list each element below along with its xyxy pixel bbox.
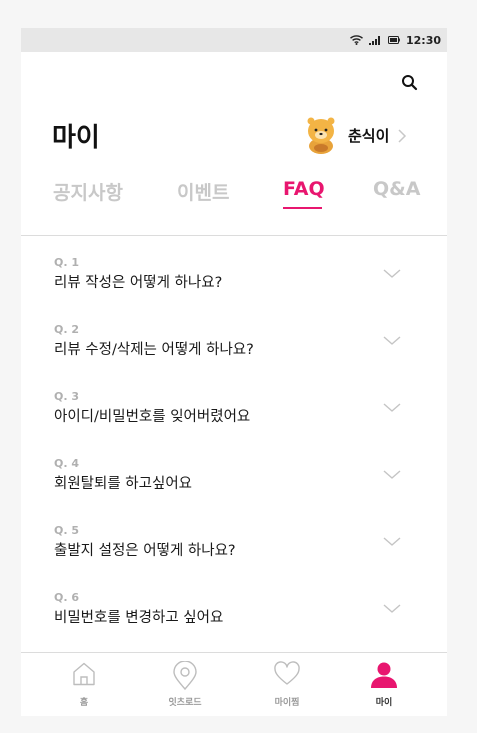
tab-event[interactable]: 이벤트	[177, 178, 229, 205]
chevron-down-icon[interactable]	[383, 331, 401, 345]
tab-qna[interactable]: Q&A	[373, 178, 420, 200]
faq-question: 리뷰 작성은 어떻게 하나요?	[54, 275, 223, 291]
faq-item[interactable]: Q. 3 아이디/비밀번호를 잊어버렸어요	[21, 370, 447, 437]
faq-question: 회원탈퇴를 하고싶어요	[54, 476, 193, 492]
nav-label: 홈	[79, 698, 89, 708]
profile-name: 춘식이	[348, 126, 390, 145]
tab-notice[interactable]: 공지사항	[53, 178, 123, 205]
chevron-down-icon[interactable]	[383, 599, 401, 613]
page-title: 마이	[52, 123, 100, 153]
battery-icon	[387, 36, 400, 44]
nav-label: 마이	[375, 698, 393, 708]
signal-icon	[368, 35, 382, 45]
tab-bar: 공지사항 이벤트 FAQ Q&A	[21, 178, 447, 214]
nav-label: 마이찜	[274, 698, 300, 708]
character-avatar-icon	[303, 115, 339, 155]
search-button[interactable]	[401, 74, 419, 92]
faq-number: Q. 1	[54, 256, 80, 269]
status-bar: 12:30	[21, 28, 447, 52]
nav-home[interactable]: 홈	[34, 653, 134, 716]
faq-item[interactable]: Q. 2 리뷰 수정/삭제는 어떻게 하나요?	[21, 303, 447, 370]
nav-my[interactable]: 마이	[334, 653, 434, 716]
nav-label: 잇츠로드	[168, 698, 202, 708]
faq-item[interactable]: Q. 6 비밀번호를 변경하고 싶어요	[21, 571, 447, 638]
wifi-icon	[350, 35, 363, 45]
chevron-down-icon[interactable]	[383, 398, 401, 412]
status-time: 12:30	[405, 33, 441, 47]
chevron-down-icon[interactable]	[383, 264, 401, 278]
profile-link[interactable]: 춘식이	[303, 115, 407, 155]
search-icon	[401, 75, 419, 96]
faq-list: Q. 1 리뷰 작성은 어떻게 하나요? Q. 2 리뷰 수정/삭제는 어떻게 …	[21, 236, 447, 638]
faq-item[interactable]: Q. 5 출발지 설정은 어떻게 하나요?	[21, 504, 447, 571]
active-tab-underline	[283, 207, 322, 209]
faq-number: Q. 3	[54, 390, 80, 403]
chevron-down-icon[interactable]	[383, 532, 401, 546]
faq-number: Q. 4	[54, 457, 80, 470]
faq-question: 비밀번호를 변경하고 싶어요	[54, 610, 224, 626]
faq-number: Q. 2	[54, 323, 80, 336]
tab-faq[interactable]: FAQ	[283, 178, 325, 200]
faq-question: 출발지 설정은 어떻게 하나요?	[54, 543, 236, 559]
phone-screen: 12:30 마이 춘식이 공지사항 이벤트 FAQ Q&A Q. 1 리뷰 작성…	[21, 28, 447, 716]
faq-question: 리뷰 수정/삭제는 어떻게 하나요?	[54, 342, 254, 358]
faq-number: Q. 5	[54, 524, 80, 537]
nav-favorites[interactable]: 마이찜	[237, 653, 337, 716]
faq-question: 아이디/비밀번호를 잊어버렸어요	[54, 409, 251, 425]
faq-item[interactable]: Q. 4 회원탈퇴를 하고싶어요	[21, 437, 447, 504]
chevron-right-icon	[397, 128, 407, 143]
bottom-nav: 홈 잇츠로드 마이찜 마이	[21, 652, 447, 716]
faq-item[interactable]: Q. 1 리뷰 작성은 어떻게 하나요?	[21, 236, 447, 303]
faq-number: Q. 6	[54, 591, 80, 604]
chevron-down-icon[interactable]	[383, 465, 401, 479]
nav-eatsroad[interactable]: 잇츠로드	[135, 653, 235, 716]
